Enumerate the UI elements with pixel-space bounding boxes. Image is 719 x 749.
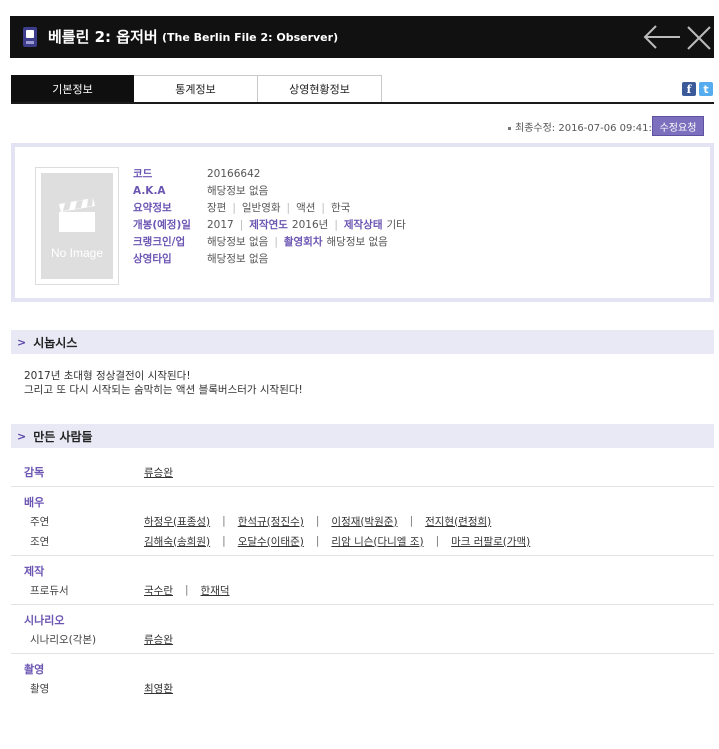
staff-row: 프로듀서 국수란 | 한재덕 <box>11 580 714 600</box>
staff-group-production: 제작 프로듀서 국수란 | 한재덕 <box>11 555 714 604</box>
staff-group-camera: 촬영 촬영 최영환 <box>11 653 714 702</box>
no-image-text: No Image <box>50 246 104 260</box>
movie-title: 베를린 2: 옵저버 <box>48 28 158 46</box>
staff-list: 감독 류승완 배우 주연 하정우(표종성) | 한석규(정진수) | 이정재(박원준… <box>11 456 714 702</box>
person-link[interactable]: 김해숙(송희원) <box>144 534 210 549</box>
poster-image: No Image <box>41 173 113 279</box>
film-logo-icon <box>23 27 37 47</box>
scenario-title: 시나리오 <box>24 614 65 627</box>
summary-type: 일반영화 <box>241 202 281 214</box>
info-row-code: 코드 20166642 <box>133 165 406 182</box>
movie-info-box: No Image 코드 20166642 A.K.A 해당정보 없음 요약정보 … <box>11 143 714 302</box>
synopsis-title: 시놉시스 <box>33 335 78 350</box>
person-link[interactable]: 한석규(정진수) <box>238 514 304 529</box>
clapperboard-icon <box>59 198 95 232</box>
person-link[interactable]: 마크 러팔로(가맥) <box>451 534 530 549</box>
person-link[interactable]: 이정재(박원준) <box>331 514 397 529</box>
tab-screening-status[interactable]: 상영현황정보 <box>258 75 382 103</box>
person-link[interactable]: 하정우(표종성) <box>144 514 210 529</box>
info-row-aka: A.K.A 해당정보 없음 <box>133 182 406 199</box>
bullet-icon <box>508 126 511 130</box>
person-link[interactable]: 국수란 <box>144 583 173 598</box>
back-arrow-icon[interactable] <box>642 24 682 50</box>
actors-title: 배우 <box>24 496 45 509</box>
twitter-icon[interactable]: t <box>699 82 713 96</box>
staff-row: 조연 김해숙(송희원) | 오달수(이태준) | 리암 니슨(다니엘 조) | 마크 … <box>11 531 714 551</box>
tab-bar: 기본정보 통계정보 상영현황정보 <box>11 75 382 103</box>
tab-divider <box>11 102 714 104</box>
edit-request-button[interactable]: 수정요청 <box>652 116 704 136</box>
support-role: 조연 <box>30 535 50 548</box>
screen-value: 해당정보 없음 <box>207 253 269 265</box>
summary-genre: 액션 <box>296 202 316 214</box>
status-value: 기타 <box>386 219 406 231</box>
staff-row: 시나리오(각본) 류승완 <box>11 629 714 649</box>
title-bar: 베를린 2: 옵저버 (The Berlin File 2: Observer) <box>10 16 714 58</box>
person-link[interactable]: 오달수(이태준) <box>238 534 304 549</box>
screen-label: 상영타입 <box>133 253 172 265</box>
staff-title: 만든 사람들 <box>33 429 93 444</box>
aka-label: A.K.A <box>133 184 166 197</box>
crank-value: 해당정보 없음 <box>207 236 269 248</box>
info-rows: 코드 20166642 A.K.A 해당정보 없음 요약정보 장편 | 일반영화 |… <box>133 165 406 267</box>
summary-country: 한국 <box>330 202 351 214</box>
producer-role: 프로듀서 <box>30 584 69 597</box>
staff-header: > 만든 사람들 <box>11 424 714 448</box>
staff-row: 감독 류승완 <box>11 462 714 482</box>
cinematography-role: 촬영 <box>30 682 50 695</box>
crank-label: 크랭크인/업 <box>133 236 186 248</box>
staff-row: 촬영 최영환 <box>11 678 714 698</box>
release-value: 2017 <box>207 218 234 231</box>
prodyear-value: 2016년 <box>291 219 329 231</box>
person-link[interactable]: 류승완 <box>144 632 173 647</box>
last-modified-text: 최종수정: 2016-07-06 09:41:21 <box>515 123 665 134</box>
tab-statistics[interactable]: 통계정보 <box>134 75 258 103</box>
close-icon[interactable] <box>686 25 712 51</box>
camera-title: 촬영 <box>24 663 45 676</box>
synopsis-header: > 시놉시스 <box>11 330 714 354</box>
staff-group-director: 감독 류승완 <box>11 456 714 486</box>
shoot-value: 해당정보 없음 <box>326 236 388 248</box>
facebook-icon[interactable]: f <box>682 82 696 96</box>
shoot-label: 촬영회차 <box>283 236 323 248</box>
info-row-summary: 요약정보 장편 | 일반영화 | 액션 | 한국 <box>133 201 351 215</box>
synopsis-line: 그리고 또 다시 시작되는 숨막히는 액션 블록버스터가 시작된다! <box>24 384 303 396</box>
staff-group-actors: 배우 주연 하정우(표종성) | 한석규(정진수) | 이정재(박원준) | 전지현(… <box>11 486 714 555</box>
person-link[interactable]: 리암 니슨(다니엘 조) <box>331 534 423 549</box>
info-row-screen: 상영타입 해당정보 없음 <box>133 250 406 267</box>
person-link[interactable]: 류승완 <box>144 465 173 480</box>
synopsis-text: 2017년 초대형 정상결전이 시작된다! 그리고 또 다시 시작되는 숨막히는… <box>24 369 303 397</box>
last-modified: 최종수정: 2016-07-06 09:41:21 <box>508 119 665 134</box>
person-link[interactable]: 한재덕 <box>201 583 230 598</box>
code-label: 코드 <box>133 168 153 180</box>
release-label: 개봉(예정)일 <box>133 219 191 231</box>
status-label: 제작상태 <box>343 219 383 231</box>
lead-role: 주연 <box>30 515 50 528</box>
prodyear-label: 제작연도 <box>249 219 288 231</box>
person-link[interactable]: 전지현(련정희) <box>425 514 491 529</box>
aka-value: 해당정보 없음 <box>207 185 269 197</box>
info-row-crank: 크랭크인/업 해당정보 없음 | 촬영회차 해당정보 없음 <box>133 235 388 249</box>
director-title: 감독 <box>24 466 45 479</box>
summary-label: 요약정보 <box>133 202 172 214</box>
movie-english-title: (The Berlin File 2: Observer) <box>162 31 339 44</box>
info-row-release: 개봉(예정)일 2017 | 제작연도 2016년 | 제작상태 기타 <box>133 218 406 232</box>
poster-placeholder: No Image <box>35 167 119 285</box>
staff-row: 주연 하정우(표종성) | 한석규(정진수) | 이정재(박원준) | 전지현(련정희… <box>11 511 714 531</box>
chevron-right-icon: > <box>17 429 27 443</box>
chevron-right-icon: > <box>17 335 27 349</box>
staff-group-scenario: 시나리오 시나리오(각본) 류승완 <box>11 604 714 653</box>
code-value: 20166642 <box>207 167 261 180</box>
summary-length: 장편 <box>207 202 227 214</box>
production-title: 제작 <box>24 565 45 578</box>
screenplay-role: 시나리오(각본) <box>30 633 97 646</box>
synopsis-line: 2017년 초대형 정상결전이 시작된다! <box>24 370 191 382</box>
person-link[interactable]: 최영환 <box>144 681 173 696</box>
tab-basic-info[interactable]: 기본정보 <box>11 75 134 103</box>
